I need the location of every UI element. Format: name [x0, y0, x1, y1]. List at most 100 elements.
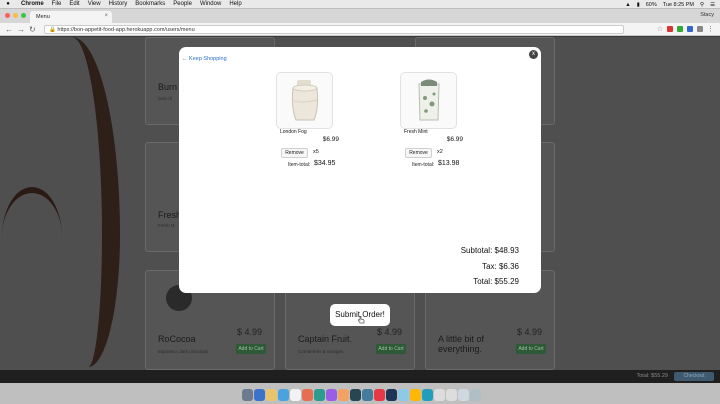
- app-icon[interactable]: [290, 389, 301, 401]
- tab-menu[interactable]: Menu ×: [30, 11, 112, 23]
- chrome-menu-icon[interactable]: ⋮: [707, 25, 714, 33]
- zoom-window-icon[interactable]: [21, 13, 26, 18]
- menu-bookmarks[interactable]: Bookmarks: [135, 1, 165, 7]
- cart-item: London Fog $6.99 Remove x5 Item-total: $…: [266, 72, 351, 197]
- card-price: $ 4.99: [376, 327, 402, 337]
- card-title: Captain Fruit.: [298, 334, 353, 344]
- app-icon[interactable]: [254, 389, 265, 401]
- reload-icon[interactable]: ↻: [29, 25, 36, 34]
- cup-icon: [418, 79, 440, 121]
- app-icon[interactable]: [338, 389, 349, 401]
- remove-button[interactable]: Remove: [405, 148, 432, 158]
- window-controls: [5, 13, 26, 18]
- mac-menubar: ● Chrome File Edit View History Bookmark…: [0, 0, 720, 9]
- app-icon[interactable]: [362, 389, 373, 401]
- app-icon[interactable]: [374, 389, 385, 401]
- menu-edit[interactable]: Edit: [69, 1, 79, 7]
- cup-icon: [291, 80, 319, 121]
- wifi-icon[interactable]: ▲: [625, 2, 630, 8]
- card-title: Fresh: [158, 210, 182, 220]
- card-desc: Espresso, dark chocolate: [158, 349, 209, 354]
- menu-view[interactable]: View: [88, 1, 101, 7]
- card-title: Burn: [158, 82, 178, 92]
- app-icon[interactable]: [302, 389, 313, 401]
- close-window-icon[interactable]: [5, 13, 10, 18]
- menu-people[interactable]: People: [173, 1, 192, 7]
- remove-button[interactable]: Remove: [281, 148, 308, 158]
- card-title: RoCocoa: [158, 334, 196, 344]
- app-icon[interactable]: [398, 389, 409, 401]
- menu-history[interactable]: History: [109, 1, 128, 7]
- tab-title: Menu: [36, 14, 50, 20]
- card-price: $ 4.99: [516, 327, 542, 337]
- star-icon[interactable]: ☆: [657, 25, 663, 33]
- item-price: $6.99: [322, 136, 339, 143]
- menu-icon[interactable]: ☰: [710, 2, 715, 8]
- keep-shopping-link[interactable]: ← Keep Shopping: [182, 56, 227, 62]
- order-total: Total: $55.29: [473, 277, 519, 286]
- close-modal-button[interactable]: x: [529, 50, 538, 59]
- item-total: $34.95: [314, 160, 336, 167]
- card-price: $ 4.99: [236, 327, 262, 337]
- cart-total: Total: $55.29: [636, 373, 669, 379]
- add-to-cart-button[interactable]: Add to Cart: [236, 344, 266, 354]
- menubar-status: ▲ ▮ 60% Tue 8:25 PM ⚲ ☰: [625, 0, 715, 9]
- app-icon[interactable]: [278, 389, 289, 401]
- app-icon[interactable]: [434, 389, 445, 401]
- app-icon[interactable]: [326, 389, 337, 401]
- address-bar[interactable]: 🔒 https://bon-appetit-food-app.herokuapp…: [44, 25, 624, 34]
- menu-window[interactable]: Window: [200, 1, 221, 7]
- subtotal: Subtotal: $48.93: [460, 246, 519, 255]
- profile-name[interactable]: Stacy: [700, 12, 714, 18]
- extension-icon[interactable]: [697, 26, 703, 32]
- item-name: Fresh Mint: [404, 129, 428, 135]
- cart-item: Fresh Mint $6.99 Remove x2 Item-total: $…: [390, 72, 475, 197]
- cart-modal: x ← Keep Shopping London Fog $6.99 Remov…: [179, 47, 541, 293]
- app-icon[interactable]: [410, 389, 421, 401]
- minimize-window-icon[interactable]: [13, 13, 18, 18]
- app-icon[interactable]: [422, 389, 433, 401]
- clock[interactable]: Tue 8:25 PM: [663, 2, 694, 8]
- extension-icon[interactable]: [687, 26, 693, 32]
- close-tab-icon[interactable]: ×: [104, 13, 108, 19]
- item-total-label: Item-total:: [288, 162, 311, 168]
- item-total-label: Item-total:: [412, 162, 435, 168]
- pointer-cursor-icon: [358, 316, 365, 324]
- menu-help[interactable]: Help: [229, 1, 241, 7]
- lock-icon: 🔒: [49, 27, 56, 33]
- battery-percent: 60%: [645, 1, 657, 8]
- dock: [238, 385, 500, 404]
- app-icon[interactable]: [446, 389, 457, 401]
- finder-icon[interactable]: [242, 389, 253, 401]
- item-total: $13.98: [438, 160, 460, 167]
- card-desc: Cranberries & oranges: [298, 349, 344, 354]
- back-icon[interactable]: ←: [5, 25, 13, 34]
- card-desc: Fresh M: [158, 223, 175, 228]
- app-icon[interactable]: [458, 389, 469, 401]
- cart-bar: Total: $55.29 Checkout: [0, 370, 720, 383]
- extension-icon[interactable]: [677, 26, 683, 32]
- apple-icon[interactable]: ●: [3, 1, 13, 7]
- background-illustration: [2, 187, 62, 287]
- toolbar: ← → ↻ 🔒 https://bon-appetit-food-app.her…: [0, 23, 720, 36]
- item-price: $6.99: [446, 136, 463, 143]
- trash-icon[interactable]: [470, 389, 481, 401]
- app-icon[interactable]: [386, 389, 397, 401]
- item-name: London Fog: [280, 129, 307, 135]
- tax: Tax: $6.36: [482, 262, 519, 271]
- app-icon[interactable]: [266, 389, 277, 401]
- product-image: [400, 72, 457, 129]
- search-icon[interactable]: ⚲: [700, 2, 704, 8]
- url-text: https://bon-appetit-food-app.herokuapp.c…: [57, 27, 195, 33]
- menu-app-chrome[interactable]: Chrome: [21, 1, 44, 7]
- add-to-cart-button[interactable]: Add to Cart: [516, 344, 546, 354]
- extension-icon[interactable]: [667, 26, 673, 32]
- battery-icon[interactable]: ▮: [637, 2, 640, 8]
- forward-icon[interactable]: →: [17, 25, 25, 34]
- checkout-button[interactable]: Checkout: [674, 372, 714, 381]
- add-to-cart-button[interactable]: Add to Cart: [376, 344, 406, 354]
- app-icon[interactable]: [314, 389, 325, 401]
- menu-file[interactable]: File: [52, 1, 62, 7]
- app-icon[interactable]: [350, 389, 361, 401]
- item-quantity: x5: [313, 149, 319, 155]
